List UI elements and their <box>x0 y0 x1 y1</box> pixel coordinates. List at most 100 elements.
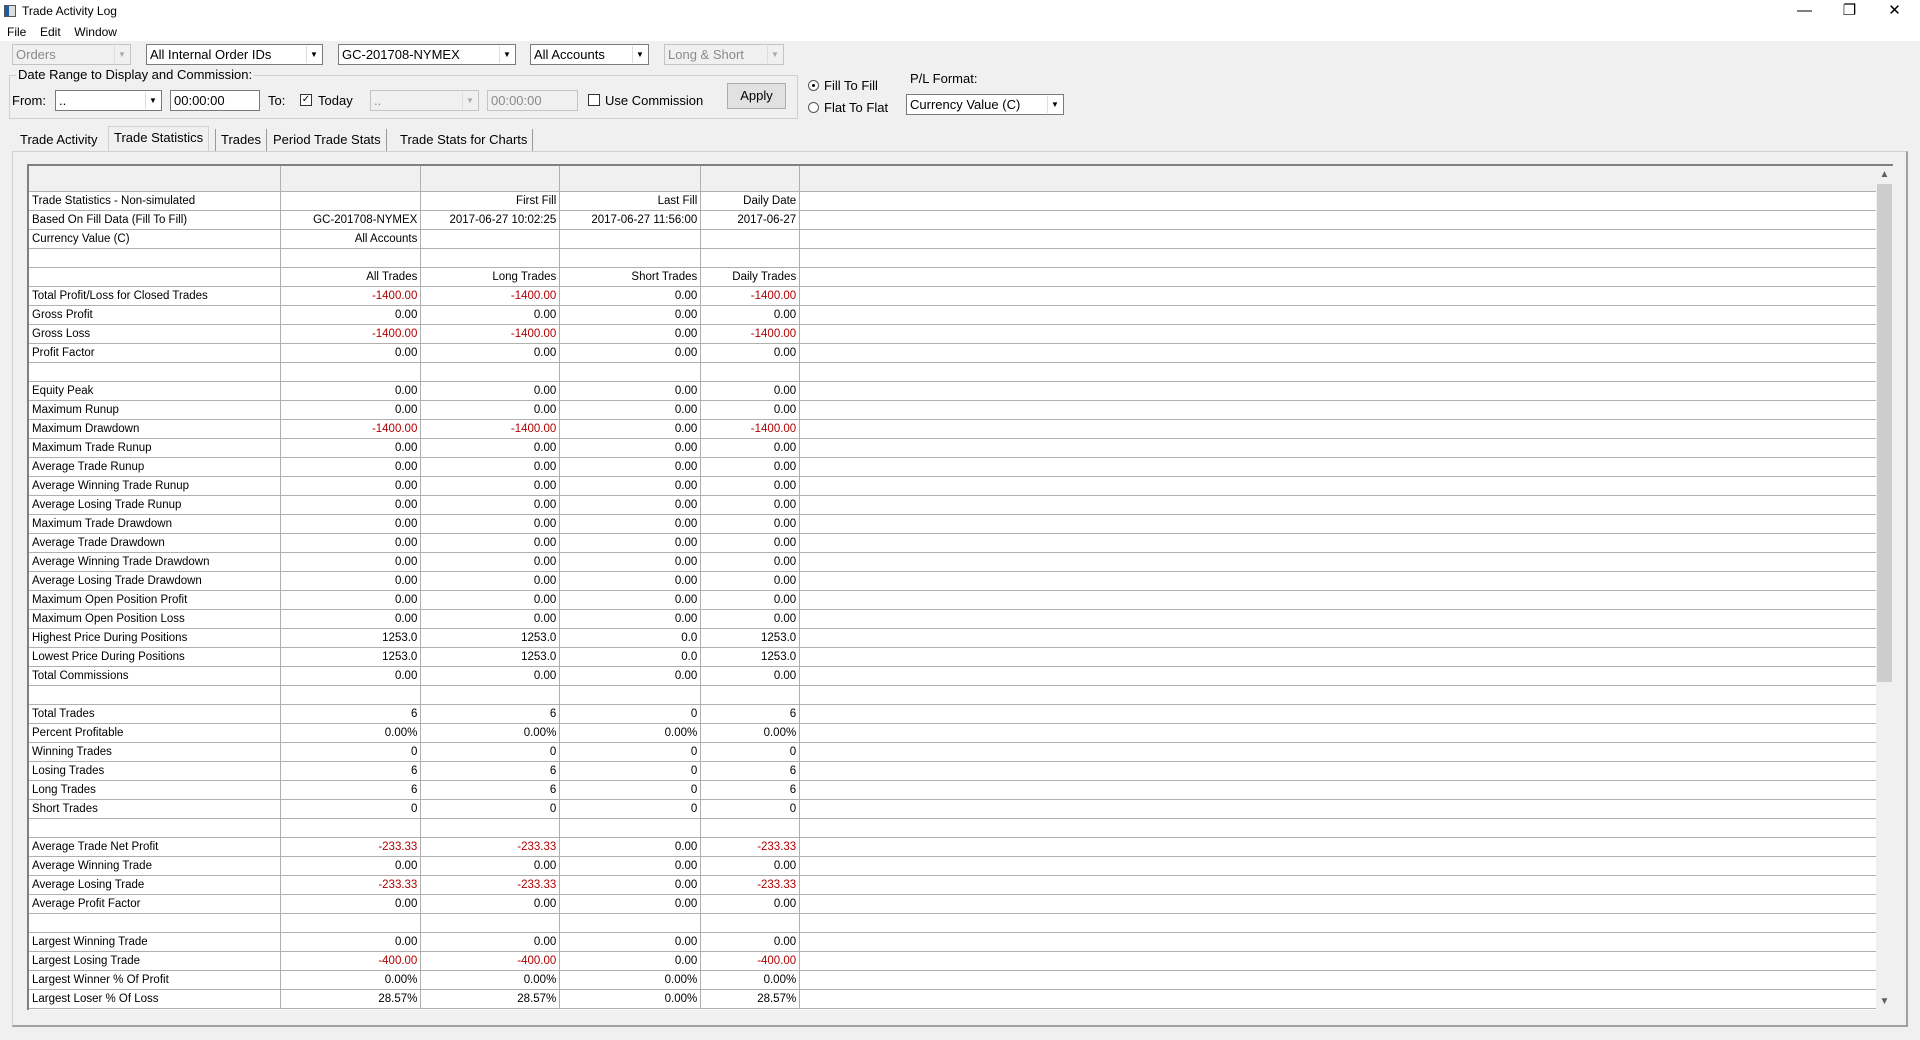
cell-value: 0.00 <box>559 837 702 857</box>
table-row: Largest Loser % Of Loss 28.57% 28.57% 0.00%… <box>29 989 1893 1009</box>
from-date-select[interactable]: .. ▼ <box>55 90 162 111</box>
symbol-select[interactable]: GC-201708-NYMEX ▼ <box>338 44 516 65</box>
menu-edit[interactable]: Edit <box>40 25 61 39</box>
cell-value: 0.00% <box>559 723 702 743</box>
apply-button[interactable]: Apply <box>727 83 786 109</box>
table-row: Maximum Trade Runup 0.00 0.00 0.00 0.00 <box>29 438 1893 458</box>
cell-value: 0.00 <box>559 533 702 553</box>
row-label <box>29 685 282 705</box>
cell-value: 0.00 <box>559 305 702 325</box>
cell-value: 6 <box>280 761 422 781</box>
scroll-up-icon[interactable]: ▲ <box>1876 166 1893 183</box>
row-label: Percent Profitable <box>29 723 282 743</box>
side-select[interactable]: Long & Short ▼ <box>664 44 784 65</box>
close-button[interactable]: ✕ <box>1872 0 1917 22</box>
cell-value: 0.00 <box>420 495 561 515</box>
cell-value: 0.00 <box>700 609 801 629</box>
today-checkbox[interactable]: ✓ <box>300 94 312 106</box>
cell-value: -1400.00 <box>420 324 561 344</box>
menu-file[interactable]: File <box>7 25 26 39</box>
cell-value <box>559 229 702 249</box>
cell-value: 1253.0 <box>700 647 801 667</box>
scrollbar-thumb[interactable] <box>1877 184 1892 682</box>
order-id-select[interactable]: All Internal Order IDs ▼ <box>146 44 323 65</box>
row-label: Average Losing Trade Drawdown <box>29 571 282 591</box>
restore-button[interactable]: ❐ <box>1827 0 1872 22</box>
row-label: Equity Peak <box>29 381 282 401</box>
filler-cell <box>799 457 1893 477</box>
cell-value <box>559 818 702 838</box>
cell-value: 0 <box>700 742 801 762</box>
menu-window[interactable]: Window <box>74 25 117 39</box>
table-row: Short Trades 0 0 0 0 <box>29 799 1893 819</box>
flat-to-flat-radio[interactable] <box>808 102 819 113</box>
cell-value: 0.00 <box>700 400 801 420</box>
cell-value <box>420 685 561 705</box>
cell-value: 0.00 <box>559 894 702 914</box>
row-label: Total Commissions <box>29 666 282 686</box>
minimize-button[interactable]: — <box>1782 0 1827 22</box>
cell-value: 0.00 <box>420 894 561 914</box>
cell-value: 6 <box>700 704 801 724</box>
cell-value: 0.00 <box>700 381 801 401</box>
cell-value: 0.00 <box>280 856 422 876</box>
cell-value: 6 <box>700 780 801 800</box>
cell-value <box>280 913 422 933</box>
cell-value <box>420 248 561 268</box>
today-label: Today <box>318 93 353 108</box>
cell-value: 0.00 <box>420 457 561 477</box>
tab-trades[interactable]: Trades <box>215 129 267 151</box>
cell-value: 28.57% <box>420 989 561 1009</box>
table-row: Winning Trades 0 0 0 0 <box>29 742 1893 762</box>
filler-cell <box>799 685 1893 705</box>
from-time-input[interactable]: 00:00:00 <box>170 90 260 111</box>
pl-format-select[interactable]: Currency Value (C) ▼ <box>906 94 1064 115</box>
cell-value: 0.00 <box>280 571 422 591</box>
cell-value: 0.0 <box>559 647 702 667</box>
row-label: Total Trades <box>29 704 282 724</box>
cell-value: 0.00 <box>420 400 561 420</box>
type-select[interactable]: Orders ▼ <box>12 44 131 65</box>
table-row: Based On Fill Data (Fill To Fill) GC-2017… <box>29 210 1893 230</box>
table-row: Maximum Trade Drawdown 0.00 0.00 0.00 0.00 <box>29 514 1893 534</box>
fill-to-fill-label: Fill To Fill <box>824 78 878 93</box>
row-label: Winning Trades <box>29 742 282 762</box>
table-row: Lowest Price During Positions 1253.0 1253.… <box>29 647 1893 667</box>
filler-cell <box>799 666 1893 686</box>
cell-value: 0.00 <box>700 856 801 876</box>
to-date-select[interactable]: .. ▼ <box>370 90 479 111</box>
cell-value: 0.00 <box>700 932 801 952</box>
use-commission-label: Use Commission <box>605 93 704 108</box>
row-label: Average Trade Runup <box>29 457 282 477</box>
pl-format-label: P/L Format: <box>910 71 978 86</box>
cell-value <box>700 166 801 192</box>
to-time-input[interactable]: 00:00:00 <box>487 90 578 111</box>
filler-cell <box>799 286 1893 306</box>
table-row: Average Winning Trade Drawdown 0.00 0.00 0.… <box>29 552 1893 572</box>
date-range-label: Date Range to Display and Commission: <box>16 67 255 82</box>
use-commission-checkbox[interactable] <box>588 94 600 106</box>
row-label <box>29 267 282 287</box>
table-row: Maximum Open Position Loss 0.00 0.00 0.00 0.… <box>29 609 1893 629</box>
tab-trade-statistics[interactable]: Trade Statistics <box>108 126 210 152</box>
cell-value: 0.00% <box>420 723 561 743</box>
scroll-down-icon[interactable]: ▼ <box>1876 993 1893 1010</box>
tab-trade-stats-for-charts[interactable]: Trade Stats for Charts <box>395 129 534 151</box>
row-label <box>29 362 282 382</box>
cell-value: -233.33 <box>420 837 561 857</box>
cell-value: 0.00 <box>280 609 422 629</box>
row-label: Average Trade Net Profit <box>29 837 282 857</box>
cell-value: 0.00 <box>700 533 801 553</box>
account-select[interactable]: All Accounts ▼ <box>530 44 649 65</box>
cell-value: 0.00 <box>559 400 702 420</box>
tab-trade-activity[interactable]: Trade Activity <box>15 129 103 151</box>
title-bar: Trade Activity Log — ❐ ✕ <box>0 0 1920 24</box>
tab-period-trade-stats[interactable]: Period Trade Stats <box>268 129 387 151</box>
cell-value: 6 <box>280 704 422 724</box>
filler-cell <box>799 951 1893 971</box>
cell-value: 0.00 <box>559 381 702 401</box>
filler-cell <box>799 837 1893 857</box>
row-label <box>29 248 282 268</box>
fill-to-fill-radio[interactable] <box>808 80 819 91</box>
cell-value: 0.00 <box>420 666 561 686</box>
